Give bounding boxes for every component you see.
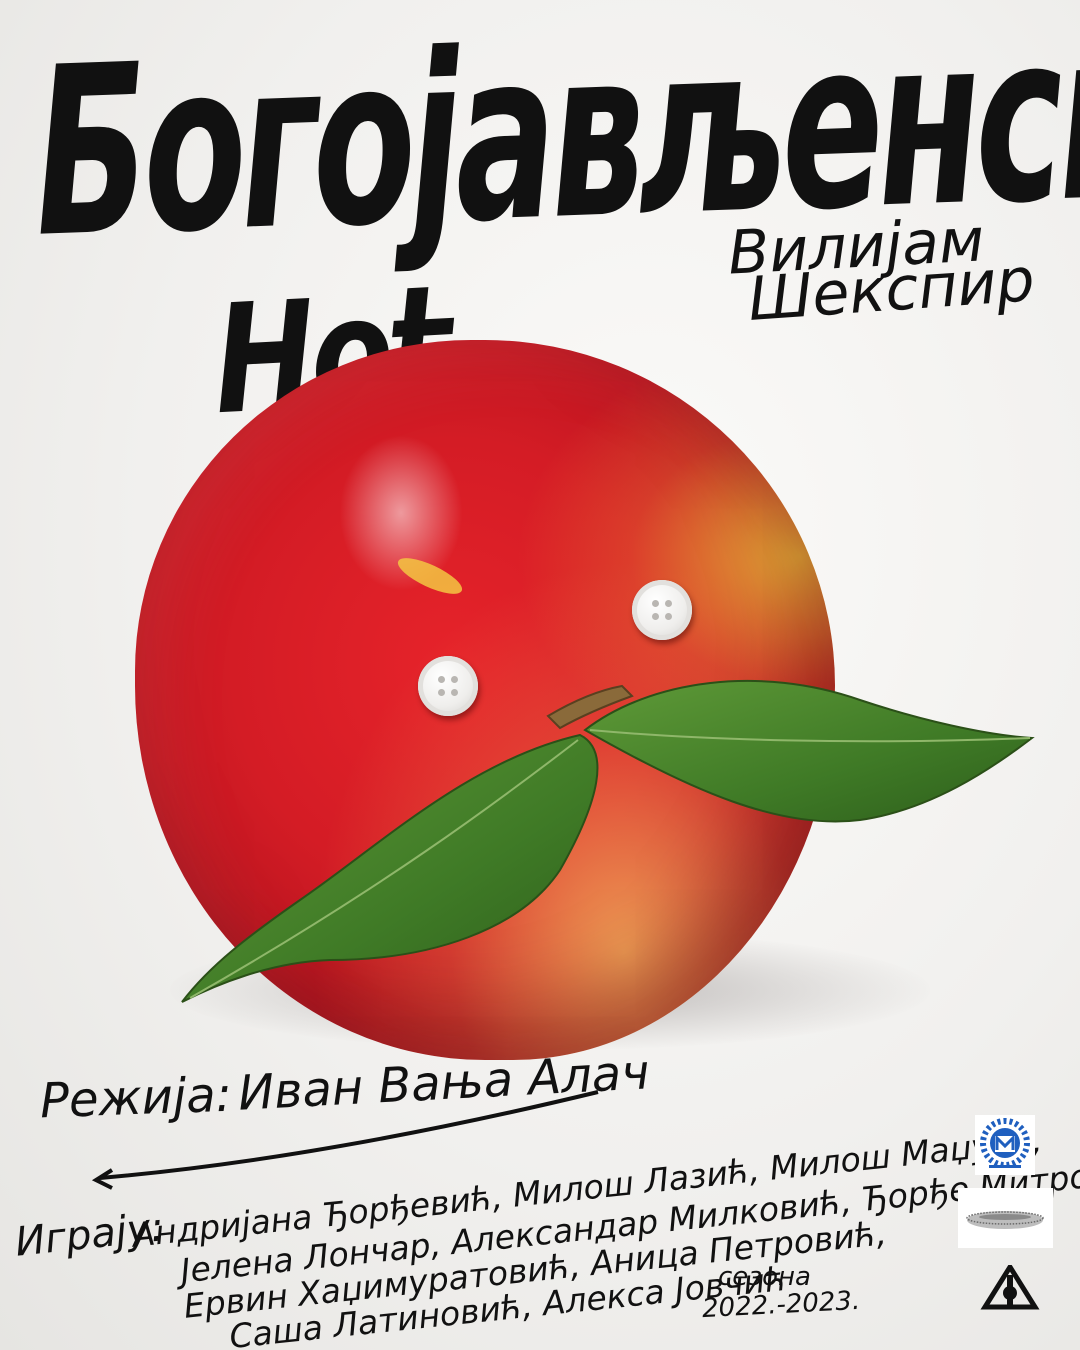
theatre-poster: Богојављенска Ноћ Вилијам Шекспир Режија… <box>0 0 1080 1350</box>
studio-mark-icon <box>980 1265 1040 1310</box>
season-label: сезона <box>718 1262 811 1292</box>
theatre-logo-icon <box>975 1115 1035 1175</box>
arena-logo-icon <box>958 1188 1053 1248</box>
